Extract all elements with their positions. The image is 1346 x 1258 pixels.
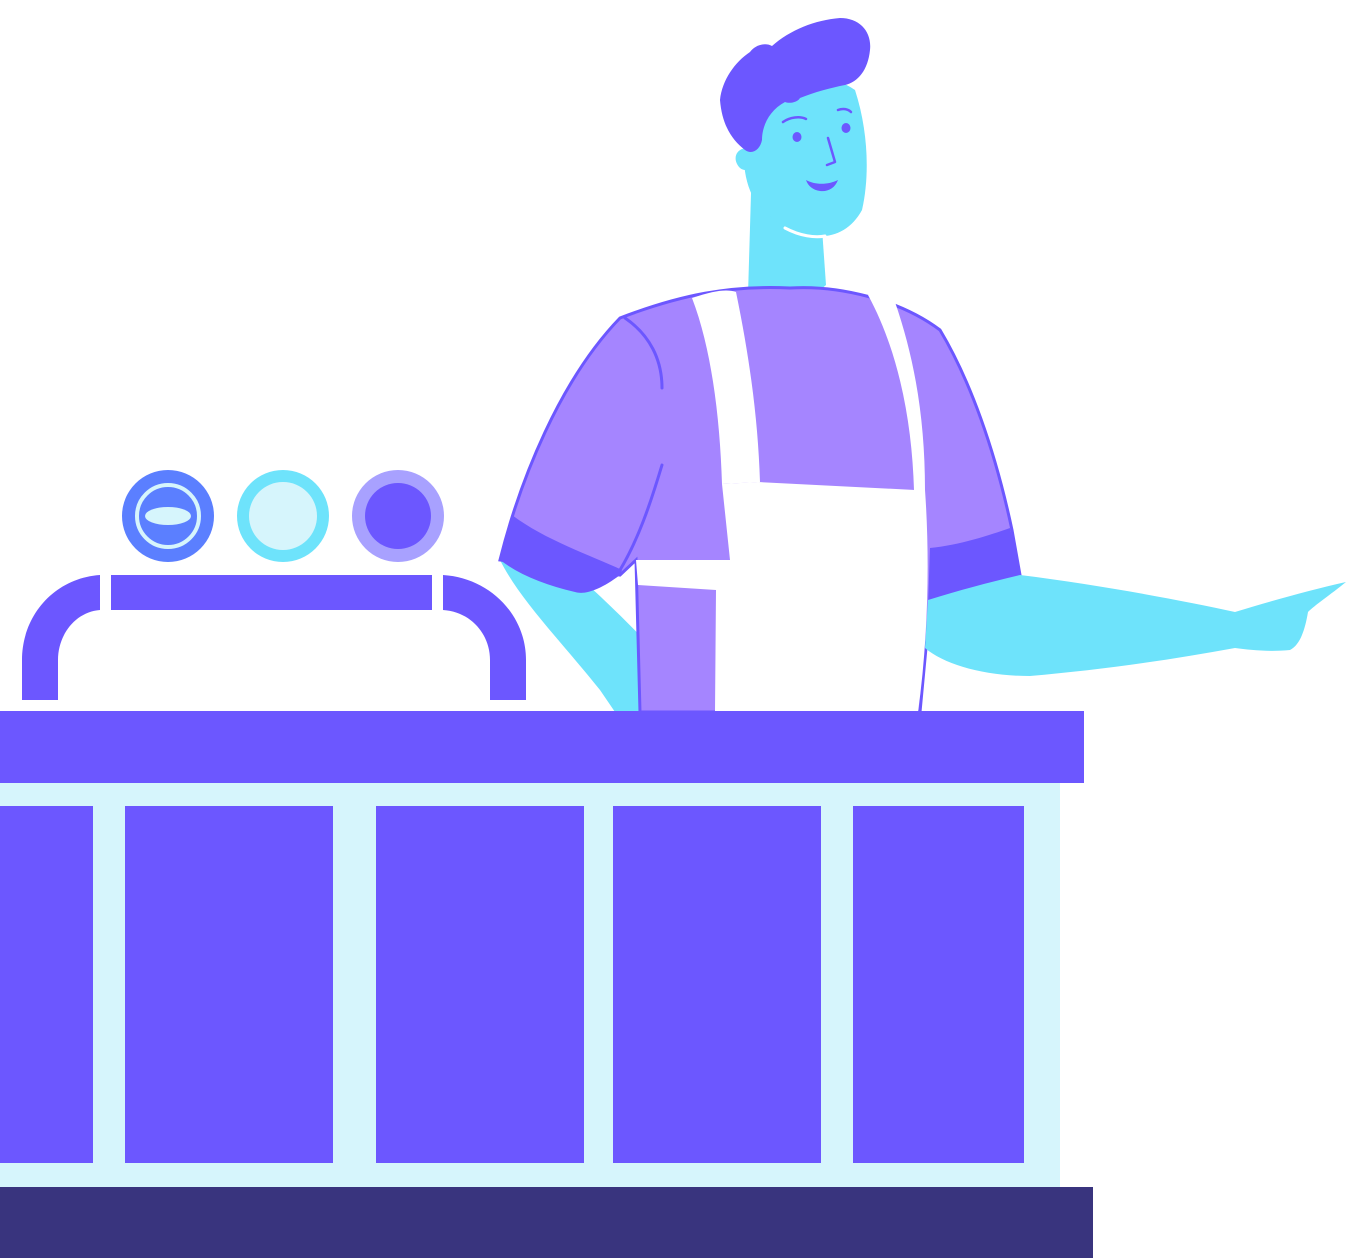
counter-rail xyxy=(22,575,526,700)
cabinet-panel xyxy=(0,806,93,1163)
cabinet-panel xyxy=(125,806,333,1163)
rail-right-bend xyxy=(443,575,526,700)
chef-figure xyxy=(498,18,1346,714)
chef-eye-left xyxy=(792,132,802,142)
chef-right-arm xyxy=(925,575,1346,676)
counter-base xyxy=(0,1187,1093,1258)
stove-knob-right xyxy=(352,470,444,562)
stove-knob-left xyxy=(122,470,214,562)
rail-top-bar xyxy=(111,575,432,610)
cabinet-panel xyxy=(613,806,821,1163)
countertop xyxy=(0,711,1084,783)
kitchen-chef-illustration xyxy=(0,18,1346,1258)
cabinet-panel xyxy=(376,806,584,1163)
rail-left-bend xyxy=(22,575,100,700)
stove-knobs xyxy=(122,470,444,562)
cabinet-panel xyxy=(853,806,1024,1163)
chef-eye-right xyxy=(841,123,851,133)
stove-knob-middle xyxy=(237,470,329,562)
kitchen-counter xyxy=(0,711,1093,1258)
